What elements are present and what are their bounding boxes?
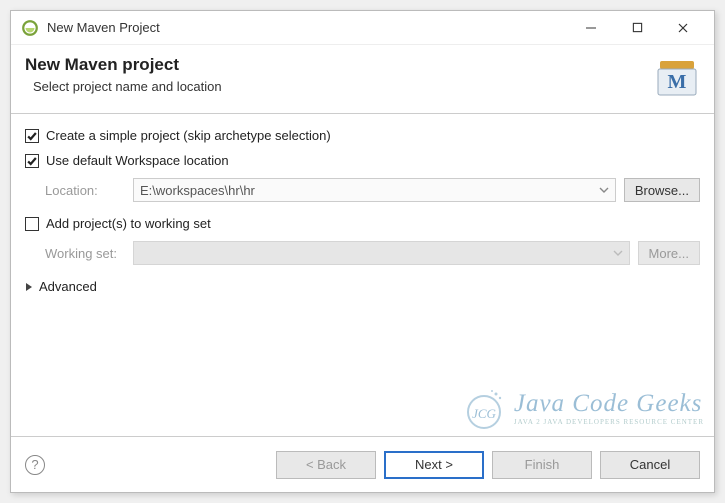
- simple-project-checkbox[interactable]: [25, 129, 39, 143]
- jcg-logo-icon: JCG: [462, 386, 506, 430]
- close-button[interactable]: [660, 13, 706, 43]
- minimize-button[interactable]: [568, 13, 614, 43]
- titlebar: New Maven Project: [11, 11, 714, 45]
- working-set-checkbox[interactable]: [25, 217, 39, 231]
- help-button[interactable]: ?: [25, 455, 45, 475]
- working-set-combo: [133, 241, 630, 265]
- advanced-expander[interactable]: Advanced: [25, 279, 700, 294]
- chevron-down-icon: [599, 185, 609, 195]
- chevron-down-icon: [613, 248, 623, 258]
- location-combo[interactable]: E:\workspaces\hr\hr: [133, 178, 616, 202]
- cancel-button[interactable]: Cancel: [600, 451, 700, 479]
- watermark-title: Java Code Geeks: [514, 390, 703, 417]
- next-button[interactable]: Next >: [384, 451, 484, 479]
- svg-text:M: M: [668, 71, 687, 93]
- page-subtitle: Select project name and location: [25, 79, 654, 94]
- expand-right-icon: [25, 282, 33, 292]
- dialog-window: New Maven Project New Maven project Sele…: [10, 10, 715, 493]
- wizard-header: New Maven project Select project name an…: [11, 45, 714, 114]
- page-title: New Maven project: [25, 55, 654, 75]
- advanced-label: Advanced: [39, 279, 97, 294]
- back-button: < Back: [276, 451, 376, 479]
- svg-text:JCG: JCG: [472, 406, 496, 421]
- default-workspace-label: Use default Workspace location: [46, 153, 229, 168]
- watermark-subtitle: JAVA 2 JAVA DEVELOPERS RESOURCE CENTER: [514, 418, 704, 426]
- maven-icon: M: [654, 57, 700, 99]
- working-set-label: Working set:: [45, 246, 125, 261]
- location-value: E:\workspaces\hr\hr: [140, 183, 255, 198]
- location-label: Location:: [45, 183, 125, 198]
- maximize-button[interactable]: [614, 13, 660, 43]
- finish-button: Finish: [492, 451, 592, 479]
- eclipse-icon: [21, 19, 39, 37]
- watermark: JCG Java Code Geeks JAVA 2 JAVA DEVELOPE…: [462, 386, 704, 430]
- working-set-cb-label: Add project(s) to working set: [46, 216, 211, 231]
- more-button: More...: [638, 241, 700, 265]
- default-workspace-checkbox[interactable]: [25, 154, 39, 168]
- simple-project-label: Create a simple project (skip archetype …: [46, 128, 331, 143]
- wizard-footer: ? < Back Next > Finish Cancel: [11, 436, 714, 492]
- wizard-content: Create a simple project (skip archetype …: [11, 114, 714, 436]
- browse-button[interactable]: Browse...: [624, 178, 700, 202]
- window-title: New Maven Project: [47, 20, 160, 35]
